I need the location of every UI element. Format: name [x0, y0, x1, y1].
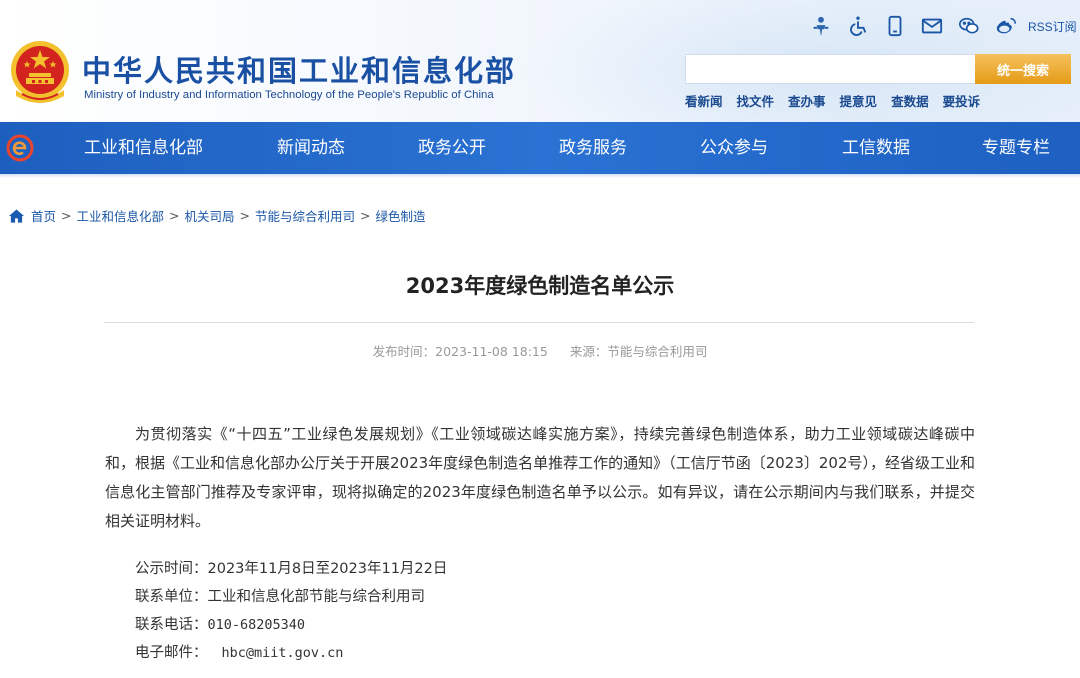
- phone-number: 010-68205340: [207, 617, 306, 633]
- breadcrumb-green-manufacturing[interactable]: 绿色制造: [376, 206, 426, 225]
- quick-link-services[interactable]: 查办事: [788, 91, 826, 110]
- quick-link-feedback[interactable]: 提意见: [840, 91, 878, 110]
- publish-time: 2023-11-08 18:15: [435, 344, 548, 359]
- email-address[interactable]: hbc@miit.gov.cn: [222, 645, 344, 661]
- article-meta: 发布时间：2023-11-08 18:15 来源：节能与综合利用司: [0, 341, 1080, 360]
- mobile-icon[interactable]: [879, 12, 911, 40]
- breadcrumb-departments[interactable]: 机关司局: [185, 206, 235, 225]
- site-title: 中华人民共和国工业和信息化部: [82, 54, 517, 88]
- unified-search-button[interactable]: 统一搜索: [975, 54, 1071, 84]
- nav-item-public-participation[interactable]: 公众参与: [700, 122, 768, 174]
- quick-link-news[interactable]: 看新闻: [685, 91, 723, 110]
- home-icon[interactable]: [9, 208, 24, 223]
- breadcrumb-separator: >: [169, 208, 180, 223]
- info-label: 电子邮件：: [135, 645, 208, 661]
- main-navigation: 工业和信息化部 新闻动态 政务公开 政务服务 公众参与 工信数据 专题专栏: [0, 122, 1080, 174]
- info-value: 工业和信息化部节能与综合利用司: [207, 589, 426, 605]
- breadcrumb-separator: >: [360, 208, 371, 223]
- quick-link-data[interactable]: 查数据: [891, 91, 929, 110]
- quick-links: 看新闻 找文件 查办事 提意见 查数据 要投诉: [685, 91, 994, 110]
- info-value: 2023年11月8日至2023年11月22日: [207, 561, 448, 577]
- breadcrumb-separator: >: [239, 208, 250, 223]
- mail-icon[interactable]: [916, 12, 948, 40]
- weibo-icon[interactable]: [990, 12, 1022, 40]
- rss-label: RSS订阅: [1028, 19, 1077, 34]
- nav-item-government-affairs[interactable]: 政务公开: [418, 122, 486, 174]
- title-divider: [104, 322, 974, 323]
- national-emblem-icon[interactable]: [8, 40, 72, 108]
- source-label: 来源：: [569, 344, 608, 359]
- breadcrumb-ministry[interactable]: 工业和信息化部: [77, 206, 165, 225]
- quick-link-complaint[interactable]: 要投诉: [943, 91, 981, 110]
- info-row-phone: 联系电话：010-68205340: [135, 611, 447, 639]
- contact-info: 公示时间：2023年11月8日至2023年11月22日 联系单位：工业和信息化部…: [135, 555, 447, 667]
- site-subtitle: Ministry of Industry and Information Tec…: [84, 89, 494, 101]
- info-label: 联系电话：: [135, 617, 208, 633]
- nav-item-ministry[interactable]: 工业和信息化部: [84, 122, 203, 174]
- wechat-icon[interactable]: [953, 12, 985, 40]
- breadcrumb-energy-department[interactable]: 节能与综合利用司: [255, 206, 355, 225]
- info-label: 公示时间：: [135, 561, 208, 577]
- article-title: 2023年度绿色制造名单公示: [405, 274, 675, 298]
- nav-item-services[interactable]: 政务服务: [559, 122, 627, 174]
- info-row-contact-unit: 联系单位：工业和信息化部节能与综合利用司: [135, 583, 447, 611]
- breadcrumb-home[interactable]: 首页: [31, 206, 56, 225]
- miit-logo-icon[interactable]: [6, 134, 34, 162]
- publish-time-label: 发布时间：: [372, 344, 436, 359]
- quick-link-documents[interactable]: 找文件: [737, 91, 775, 110]
- breadcrumb: 首页 > 工业和信息化部 > 机关司局 > 节能与综合利用司 > 绿色制造: [9, 206, 426, 225]
- nav-item-news[interactable]: 新闻动态: [277, 122, 345, 174]
- info-row-email: 电子邮件： hbc@miit.gov.cn: [135, 639, 447, 667]
- search-input[interactable]: [685, 54, 975, 84]
- article-body-paragraph: 为贯彻落实《“十四五”工业绿色发展规划》《工业领域碳达峰实施方案》，持续完善绿色…: [105, 425, 975, 530]
- nav-shadow: [0, 174, 1080, 178]
- info-row-publicity-period: 公示时间：2023年11月8日至2023年11月22日: [135, 555, 447, 583]
- accessibility-icon[interactable]: [842, 12, 874, 40]
- info-label: 联系单位：: [135, 589, 208, 605]
- elder-care-icon[interactable]: [805, 12, 837, 40]
- nav-item-special-topics[interactable]: 专题专栏: [982, 122, 1050, 174]
- rss-subscribe-link[interactable]: RSS订阅: [1028, 18, 1077, 35]
- source-link: 节能与综合利用司: [607, 344, 708, 359]
- site-header: 中华人民共和国工业和信息化部 Ministry of Industry and …: [0, 0, 1080, 122]
- top-utility-bar: RSS订阅: [805, 12, 1077, 40]
- nav-item-data[interactable]: 工信数据: [842, 122, 910, 174]
- breadcrumb-separator: >: [61, 208, 72, 223]
